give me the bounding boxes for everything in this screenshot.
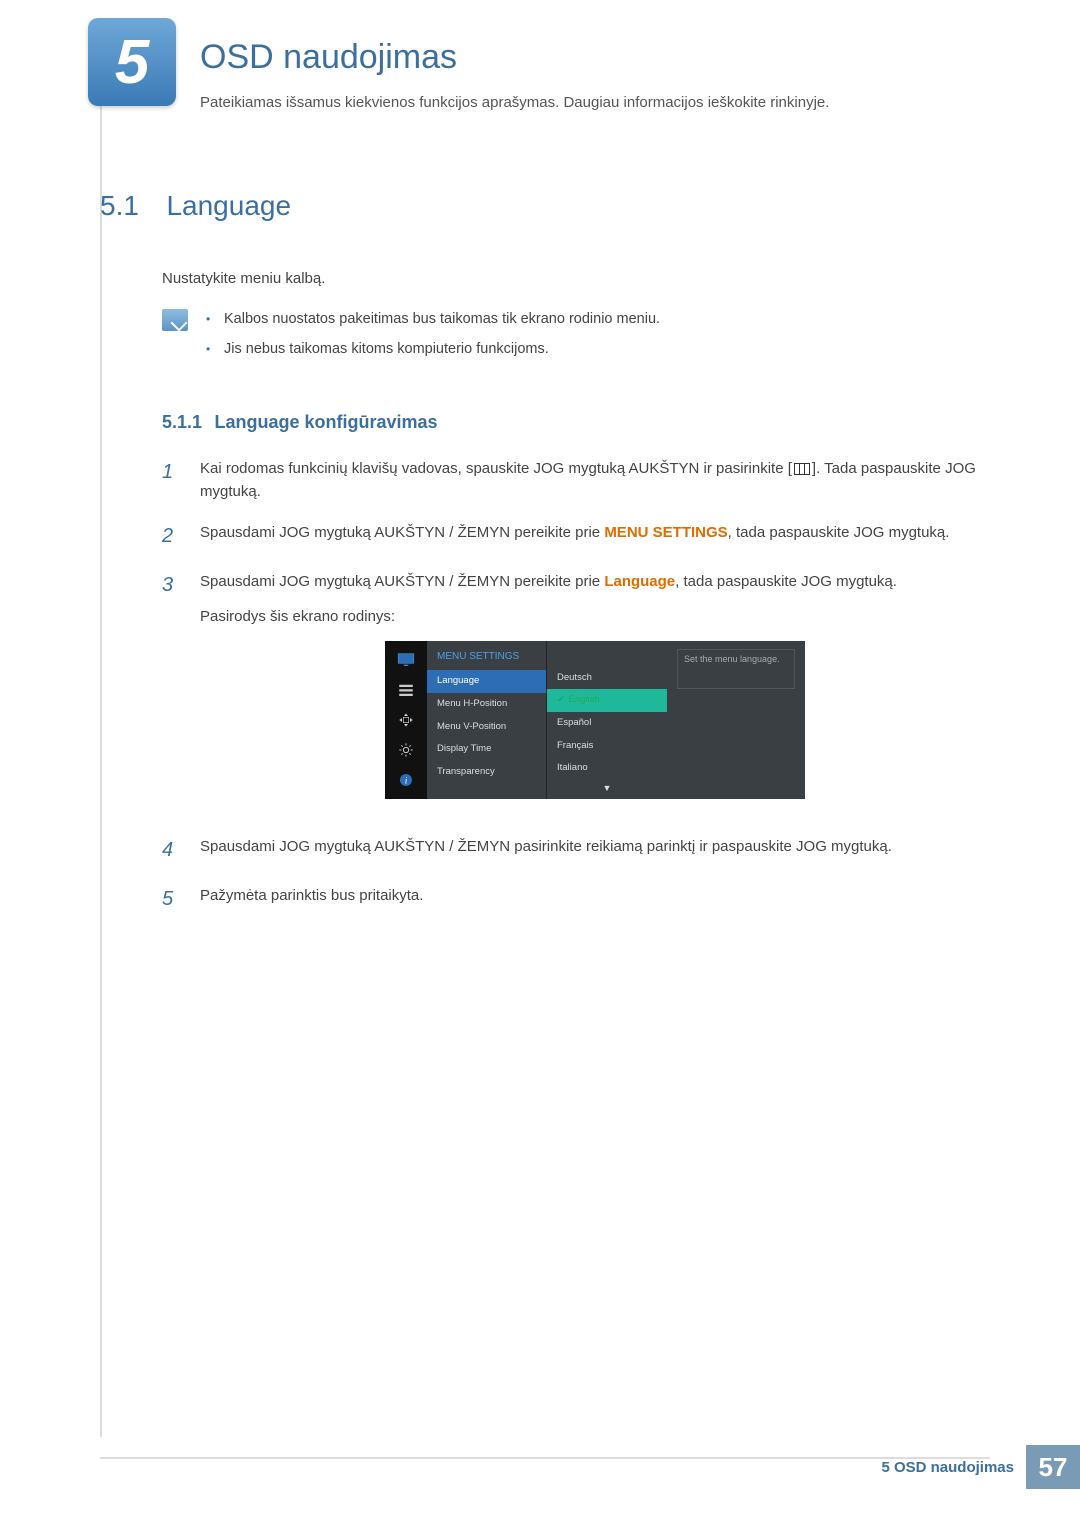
info-icon: i: [395, 771, 417, 789]
section-heading: 5.1 Language: [100, 190, 990, 222]
gear-icon: [395, 741, 417, 759]
note-block: Kalbos nuostatos pakeitimas bus taikomas…: [162, 309, 990, 370]
step-item: 2 Spausdami JOG mygtuką AUKŠTYN / ŽEMYN …: [162, 521, 990, 552]
step-number: 3: [162, 570, 182, 817]
step-text: Kai rodomas funkcinių klavišų vadovas, s…: [200, 460, 792, 477]
monitor-icon: [395, 651, 417, 669]
highlight-language: Language: [604, 573, 675, 590]
chapter-title: OSD naudojimas: [200, 38, 457, 77]
osd-menu-item: Menu H-Position: [427, 693, 546, 716]
osd-hint-column: Set the menu language.: [667, 641, 805, 799]
osd-options-column: Deutsch English Español Français Italian…: [547, 641, 667, 799]
osd-menu-item: Display Time: [427, 738, 546, 761]
osd-menu-item: Transparency: [427, 761, 546, 784]
step-item: 1 Kai rodomas funkcinių klavišų vadovas,…: [162, 457, 990, 504]
step-text: Spausdami JOG mygtuką AUKŠTYN / ŽEMYN pa…: [200, 835, 990, 866]
menu-icon: [794, 463, 810, 475]
step-number: 5: [162, 884, 182, 915]
svg-text:i: i: [405, 776, 408, 786]
osd-option: Español: [547, 712, 667, 735]
footer-chapter-label: 5 OSD naudojimas: [881, 1459, 1014, 1476]
step-item: 4 Spausdami JOG mygtuką AUKŠTYN / ŽEMYN …: [162, 835, 990, 866]
osd-screenshot: i MENU SETTINGS Language Menu H-Position…: [385, 641, 805, 799]
osd-option-selected: English: [547, 689, 667, 712]
osd-hint-text: Set the menu language.: [677, 649, 795, 689]
note-item: Jis nebus taikomas kitoms kompiuterio fu…: [206, 339, 660, 359]
step-text: Pasirodys šis ekrano rodinys:: [200, 605, 990, 628]
step-item: 3 Spausdami JOG mygtuką AUKŠTYN / ŽEMYN …: [162, 570, 990, 817]
highlight-menu-settings: MENU SETTINGS: [604, 524, 727, 541]
osd-option: Italiano: [547, 757, 667, 780]
osd-header: MENU SETTINGS: [427, 641, 546, 671]
osd-menu-item: Language: [427, 670, 546, 693]
step-text: Pažymėta parinktis bus pritaikyta.: [200, 884, 990, 915]
chevron-down-icon: ▼: [547, 780, 667, 798]
step-text: , tada paspauskite JOG mygtuką.: [728, 524, 950, 541]
osd-option: Deutsch: [547, 667, 667, 690]
footer-page-number: 57: [1026, 1445, 1080, 1489]
osd-menu-column: MENU SETTINGS Language Menu H-Position M…: [427, 641, 547, 799]
section-description: Nustatykite meniu kalbą.: [162, 270, 990, 287]
subsection-title: Language konfigūravimas: [215, 412, 438, 432]
chapter-description: Pateikiamas išsamus kiekvienos funkcijos…: [200, 94, 829, 111]
note-item: Kalbos nuostatos pakeitimas bus taikomas…: [206, 309, 660, 329]
section-number: 5.1: [100, 190, 162, 222]
subsection-number: 5.1.1: [162, 412, 202, 432]
step-text: Spausdami JOG mygtuką AUKŠTYN / ŽEMYN pe…: [200, 524, 604, 541]
step-number: 2: [162, 521, 182, 552]
step-number: 4: [162, 835, 182, 866]
list-icon: [395, 681, 417, 699]
section-title: Language: [166, 190, 291, 221]
step-number: 1: [162, 457, 182, 504]
chapter-number-badge: 5: [88, 18, 176, 106]
step-text: Spausdami JOG mygtuką AUKŠTYN / ŽEMYN pe…: [200, 573, 604, 590]
page-footer: 5 OSD naudojimas 57: [100, 1457, 1080, 1497]
osd-sidebar: i: [385, 641, 427, 799]
note-icon: [162, 309, 188, 331]
move-icon: [395, 711, 417, 729]
osd-option: Français: [547, 735, 667, 758]
osd-menu-item: Menu V-Position: [427, 716, 546, 739]
step-item: 5 Pažymėta parinktis bus pritaikyta.: [162, 884, 990, 915]
step-text: , tada paspauskite JOG mygtuką.: [675, 573, 897, 590]
